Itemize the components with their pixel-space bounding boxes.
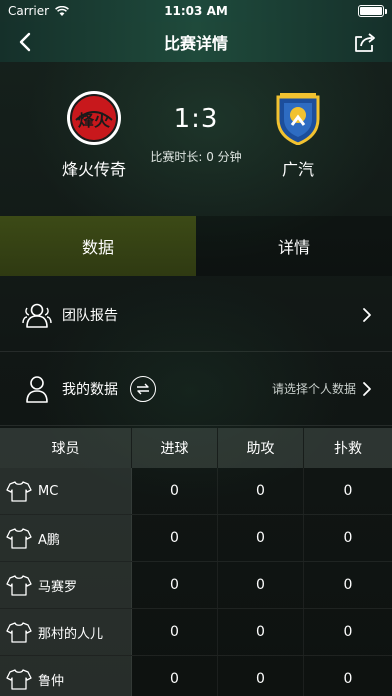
nav-bar: 比赛详情 xyxy=(0,22,392,62)
goals-cell: 0 xyxy=(132,515,218,561)
goals-cell: 0 xyxy=(132,656,218,696)
assists-cell: 0 xyxy=(218,562,304,608)
assists-cell: 0 xyxy=(218,515,304,561)
team-report-label: 团队报告 xyxy=(62,307,118,324)
saves-cell: 0 xyxy=(343,577,353,593)
battery-icon xyxy=(358,5,387,17)
player-name: 鲁仲 xyxy=(38,673,65,689)
table-row[interactable]: 那村的人儿 0 0 0 xyxy=(0,609,392,656)
saves-cell: 0 xyxy=(343,671,353,687)
team-report-right xyxy=(362,307,372,323)
jersey-icon xyxy=(6,480,32,502)
saves-cell: 0 xyxy=(343,624,353,640)
table-row[interactable]: 马赛罗 0 0 0 xyxy=(0,562,392,609)
away-team-logo-icon xyxy=(276,93,320,145)
player-cell: 鲁仲 xyxy=(0,656,132,696)
my-data-row[interactable]: 我的数据 请选择个人数据 xyxy=(0,352,392,426)
assists-cell: 0 xyxy=(218,656,304,696)
team-report-row[interactable]: 团队报告 xyxy=(0,278,392,352)
player-cell: MC xyxy=(0,468,132,514)
column-header-goals: 进球 xyxy=(132,428,218,468)
status-left: Carrier xyxy=(8,4,69,18)
jersey-icon xyxy=(6,621,32,643)
table-row[interactable]: A鹏 0 0 0 xyxy=(0,515,392,562)
swap-icon[interactable] xyxy=(130,375,156,402)
away-team[interactable]: 广汽 xyxy=(238,90,358,180)
back-button[interactable] xyxy=(10,28,40,56)
player-name: MC xyxy=(38,483,59,499)
screen: Carrier 11:03 AM 比赛详情 烽火 烽火传奇 1:3 比赛时长: … xyxy=(0,0,392,696)
goals-cell: 0 xyxy=(132,609,218,655)
chevron-right-icon xyxy=(363,381,371,396)
select-personal-data-hint: 请选择个人数据 xyxy=(271,382,356,396)
carrier-label: Carrier xyxy=(8,4,50,18)
match-header: 烽火 烽火传奇 1:3 比赛时长: 0 分钟 广汽 xyxy=(0,62,392,216)
goals-cell: 0 xyxy=(132,468,218,514)
jersey-icon xyxy=(6,527,32,549)
jersey-icon xyxy=(6,574,32,596)
player-cell: A鹏 xyxy=(0,515,132,561)
saves-cell: 0 xyxy=(343,483,353,499)
tab-data[interactable]: 数据 xyxy=(0,216,196,276)
assists-cell: 0 xyxy=(218,468,304,514)
table-row[interactable]: MC 0 0 0 xyxy=(0,468,392,515)
away-team-name: 广汽 xyxy=(281,160,314,179)
team-icon xyxy=(22,300,52,330)
column-header-player: 球员 xyxy=(0,428,132,468)
my-data-label: 我的数据 xyxy=(62,381,118,398)
tab-details[interactable]: 详情 xyxy=(196,216,392,276)
player-name: A鹏 xyxy=(38,532,60,548)
assists-cell: 0 xyxy=(218,609,304,655)
tab-bar: 数据 详情 xyxy=(0,216,392,276)
player-cell: 那村的人儿 xyxy=(0,609,132,655)
share-icon xyxy=(355,33,375,52)
chevron-left-icon xyxy=(19,32,31,52)
column-header-saves: 扑救 xyxy=(334,441,362,457)
status-bar: Carrier 11:03 AM xyxy=(0,0,392,22)
share-button[interactable] xyxy=(350,28,380,56)
player-cell: 马赛罗 xyxy=(0,562,132,608)
jersey-icon xyxy=(6,668,32,690)
battery-level xyxy=(360,7,382,15)
wifi-icon xyxy=(55,5,69,16)
player-name: 那村的人儿 xyxy=(38,626,104,642)
player-stats-table: 球员 进球 助攻 扑救 MC 0 0 0 A鹏 0 0 0 马赛罗 0 0 0 … xyxy=(0,428,392,696)
player-name: 马赛罗 xyxy=(38,579,78,595)
saves-cell: 0 xyxy=(343,530,353,546)
table-row[interactable]: 鲁仲 0 0 0 xyxy=(0,656,392,696)
column-header-assists: 助攻 xyxy=(218,428,304,468)
away-team-logo xyxy=(270,90,326,146)
table-header: 球员 进球 助攻 扑救 xyxy=(0,428,392,468)
page-title: 比赛详情 xyxy=(163,34,228,53)
person-icon xyxy=(22,374,52,404)
goals-cell: 0 xyxy=(132,562,218,608)
chevron-right-icon xyxy=(363,307,371,322)
select-personal-data[interactable]: 请选择个人数据 xyxy=(272,380,372,397)
